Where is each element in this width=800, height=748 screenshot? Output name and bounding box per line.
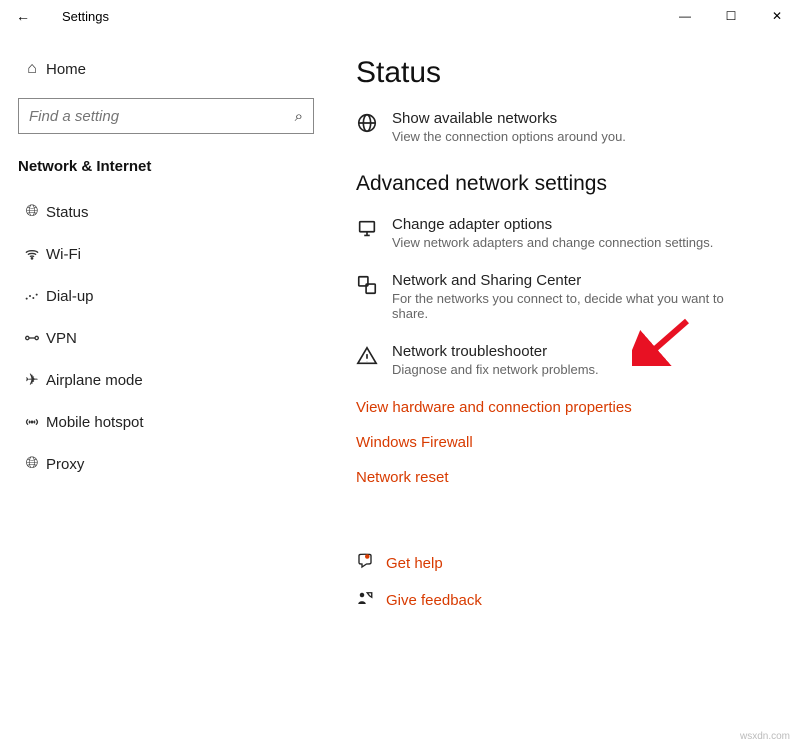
troubleshooter-row[interactable]: Network troubleshooter Diagnose and fix … [356, 343, 776, 377]
feedback-label: Give feedback [386, 592, 482, 609]
show-networks-row[interactable]: Show available networks View the connect… [356, 110, 776, 144]
warning-icon [356, 343, 392, 377]
airplane-icon: ✈︎ [18, 370, 46, 390]
sidebar: ⌂ Home ⌕ Network & Internet 🌐︎ Status Wi… [0, 32, 320, 748]
sidebar-item-airplane[interactable]: ✈︎ Airplane mode [4, 359, 320, 401]
maximize-button[interactable]: ☐ [708, 0, 754, 32]
sidebar-item-label: Status [46, 204, 89, 221]
setting-title: Change adapter options [392, 216, 713, 233]
adapter-icon [356, 216, 392, 250]
help-icon [356, 552, 386, 575]
dialup-icon [18, 288, 46, 304]
sidebar-item-proxy[interactable]: 🌐︎ Proxy [4, 443, 320, 485]
close-button[interactable]: ✕ [754, 0, 800, 32]
wifi-icon [18, 246, 46, 262]
help-label: Get help [386, 555, 443, 572]
category-header: Network & Internet [4, 148, 320, 191]
window-title: Settings [62, 9, 109, 24]
sidebar-item-label: VPN [46, 330, 77, 347]
sidebar-item-vpn[interactable]: VPN [4, 317, 320, 359]
home-icon: ⌂ [18, 60, 46, 78]
setting-desc: View the connection options around you. [392, 129, 626, 144]
sidebar-item-label: Proxy [46, 456, 84, 473]
get-help-row[interactable]: Get help [356, 552, 776, 575]
back-button[interactable]: ← [16, 8, 40, 24]
sidebar-item-wifi[interactable]: Wi-Fi [4, 233, 320, 275]
sidebar-item-label: Dial-up [46, 288, 94, 305]
globe-icon [356, 110, 392, 144]
sidebar-item-label: Airplane mode [46, 372, 143, 389]
link-hardware[interactable]: View hardware and connection properties [356, 399, 776, 416]
sidebar-home[interactable]: ⌂ Home [4, 48, 320, 90]
window-controls: — ☐ ✕ [662, 0, 800, 32]
section-header: Advanced network settings [356, 172, 776, 196]
watermark: wsxdn.com [740, 731, 790, 742]
setting-desc: For the networks you connect to, decide … [392, 291, 762, 321]
adapter-options-row[interactable]: Change adapter options View network adap… [356, 216, 776, 250]
sharing-center-row[interactable]: Network and Sharing Center For the netwo… [356, 272, 776, 321]
sidebar-item-dialup[interactable]: Dial-up [4, 275, 320, 317]
sharing-icon [356, 272, 392, 321]
sidebar-item-label: Wi-Fi [46, 246, 81, 263]
proxy-icon: 🌐︎ [18, 455, 46, 473]
page-title: Status [356, 56, 776, 90]
sidebar-home-label: Home [46, 61, 86, 78]
setting-desc: Diagnose and fix network problems. [392, 362, 599, 377]
hotspot-icon [18, 414, 46, 430]
sidebar-item-label: Mobile hotspot [46, 414, 144, 431]
main-content: Status Show available networks View the … [320, 32, 800, 748]
feedback-row[interactable]: Give feedback [356, 589, 776, 612]
vpn-icon [18, 330, 46, 346]
search-box[interactable]: ⌕ [18, 98, 314, 134]
feedback-icon [356, 589, 386, 612]
sidebar-item-status[interactable]: 🌐︎ Status [4, 191, 320, 233]
setting-title: Network troubleshooter [392, 343, 599, 360]
search-input[interactable] [29, 108, 295, 125]
titlebar: ← Settings — ☐ ✕ [0, 0, 800, 32]
setting-title: Show available networks [392, 110, 626, 127]
sidebar-item-hotspot[interactable]: Mobile hotspot [4, 401, 320, 443]
search-icon: ⌕ [295, 108, 303, 125]
link-reset[interactable]: Network reset [356, 469, 776, 486]
setting-desc: View network adapters and change connect… [392, 235, 713, 250]
link-firewall[interactable]: Windows Firewall [356, 434, 776, 451]
setting-title: Network and Sharing Center [392, 272, 762, 289]
minimize-button[interactable]: — [662, 0, 708, 32]
globe-icon: 🌐︎ [18, 203, 46, 221]
